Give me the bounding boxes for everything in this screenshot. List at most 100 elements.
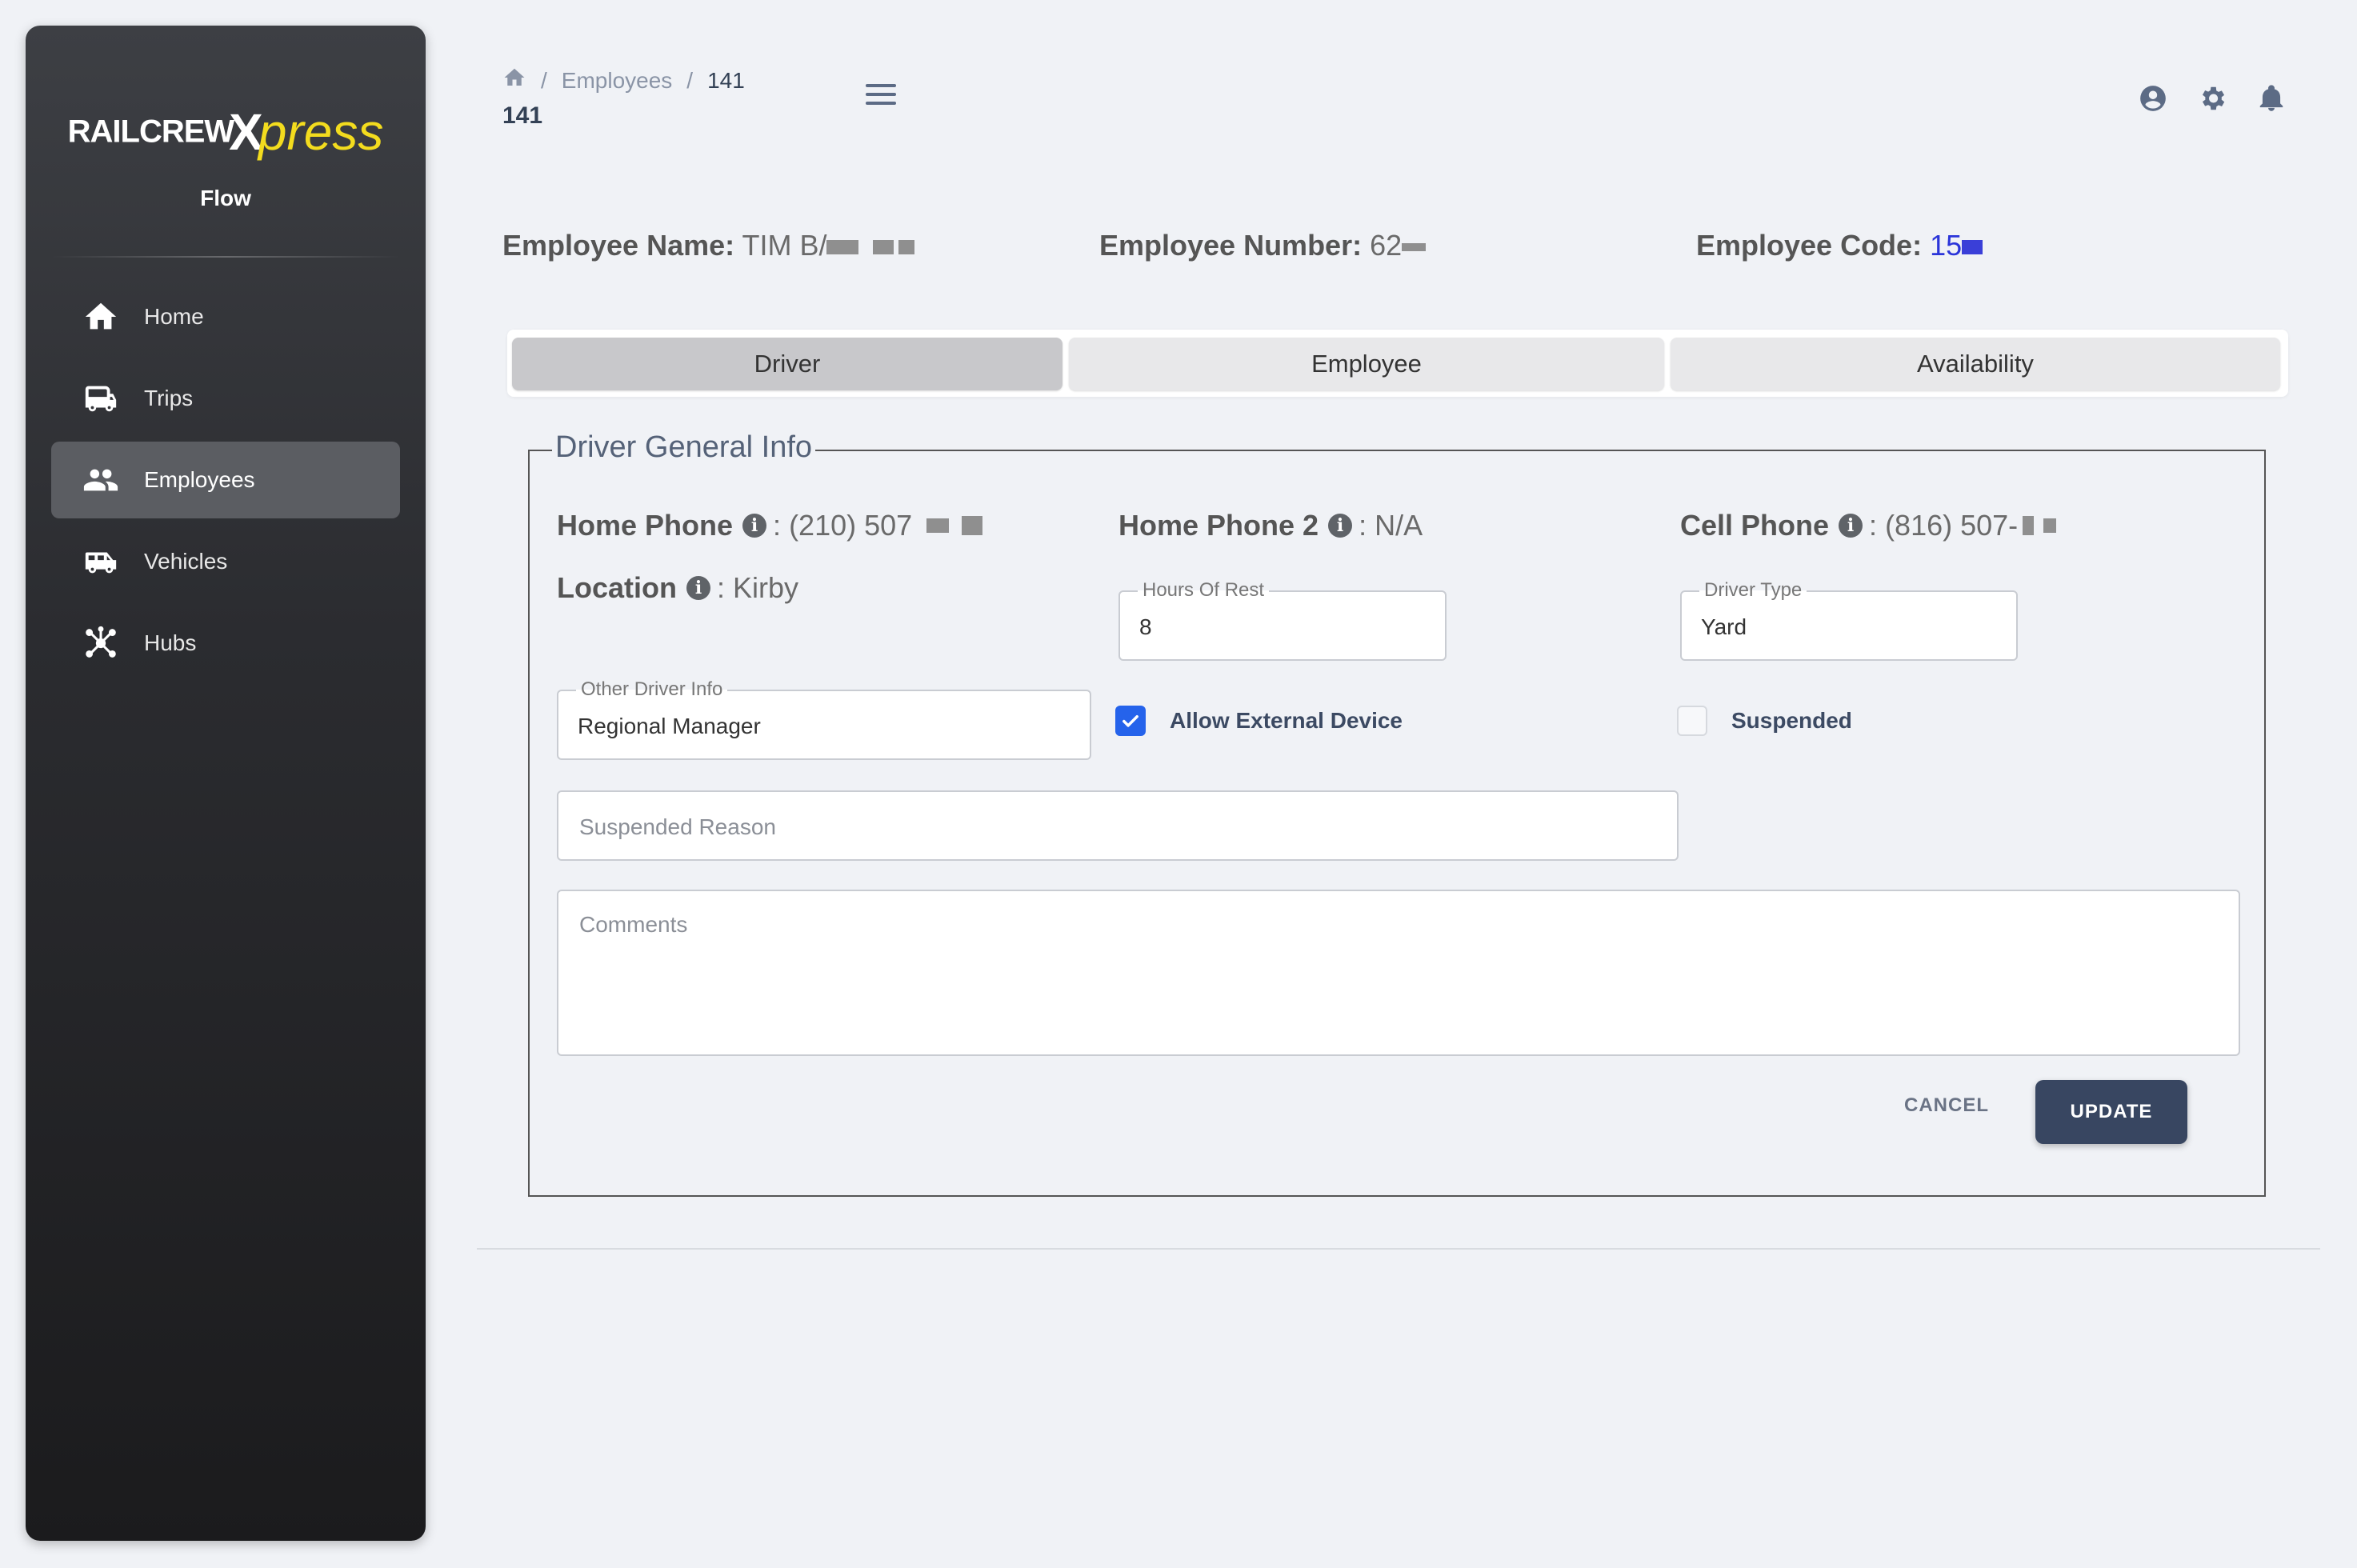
header-actions [2138, 83, 2287, 118]
cell-phone-value: (816) 507- [1885, 509, 2019, 542]
employee-name-label: Employee Name: [502, 229, 735, 262]
driver-type-field[interactable]: Driver Type Yard [1680, 579, 2018, 661]
driver-general-info-section: Driver General Info Home Phone i : (210)… [528, 430, 2266, 1197]
separator: : [1359, 509, 1367, 542]
notifications-icon[interactable] [2256, 83, 2287, 118]
home-phone-value: (210) 507 [789, 509, 913, 542]
info-icon[interactable]: i [1328, 514, 1353, 538]
update-button[interactable]: UPDATE [2035, 1080, 2187, 1144]
sidebar-item-hubs[interactable]: Hubs [51, 605, 400, 682]
sidebar-item-home[interactable]: Home [51, 278, 400, 355]
sidebar-item-label: Hubs [144, 630, 197, 655]
breadcrumb-home-icon[interactable] [502, 66, 526, 95]
hours-of-rest-field[interactable]: Hours Of Rest 8 [1118, 579, 1447, 661]
home-icon [82, 298, 120, 336]
cancel-button[interactable]: CANCEL [1904, 1094, 1989, 1117]
cell-phone-row: Cell Phone i : (816) 507- [1680, 509, 2057, 542]
employee-number-label: Employee Number: [1099, 229, 1363, 262]
suspended-checkbox[interactable]: Suspended [1677, 706, 1852, 736]
allow-external-device-checkbox[interactable]: Allow External Device [1115, 706, 1403, 736]
checkbox-checked-icon[interactable] [1115, 706, 1146, 736]
employee-code-label: Employee Code: [1696, 229, 1923, 262]
suspended-label: Suspended [1731, 708, 1852, 733]
hours-of-rest-value: 8 [1139, 614, 1152, 639]
separator: : [773, 509, 782, 542]
location-value: Kirby [733, 571, 799, 604]
sidebar-item-label: Home [144, 304, 204, 329]
suspended-reason-placeholder: Suspended Reason [579, 814, 776, 839]
van-icon [82, 542, 120, 581]
sidebar-item-label: Employees [144, 467, 255, 492]
driver-type-value: Yard [1701, 614, 1747, 639]
info-icon[interactable]: i [686, 576, 710, 600]
hours-of-rest-label: Hours Of Rest [1138, 579, 1270, 602]
settings-icon[interactable] [2197, 83, 2227, 118]
content-divider [477, 1248, 2320, 1250]
breadcrumb-separator: / [686, 67, 694, 93]
account-icon[interactable] [2138, 83, 2168, 118]
employee-number: Employee Number: 62 [1099, 229, 1427, 262]
home-phone-2-value: N/A [1375, 509, 1423, 542]
employee-number-value: 62 [1370, 229, 1403, 262]
redaction [926, 518, 950, 533]
hub-icon [82, 624, 120, 662]
sidebar-nav: Home Trips Employees Vehicles Hubs [51, 278, 400, 686]
breadcrumb: / Employees / 141 [502, 66, 745, 95]
redaction [1402, 243, 1427, 252]
separator: : [717, 571, 726, 604]
tab-availability[interactable]: Availability [1671, 338, 2280, 390]
other-driver-info-value: Regional Manager [578, 714, 761, 738]
sidebar-divider [51, 256, 400, 258]
sidebar-item-employees[interactable]: Employees [51, 442, 400, 518]
info-icon[interactable]: i [742, 514, 767, 538]
employee-code: Employee Code: 15 [1696, 229, 1983, 262]
redaction [898, 240, 915, 255]
separator: : [1869, 509, 1878, 542]
driver-type-label: Driver Type [1699, 579, 1807, 602]
location-label: Location [557, 571, 677, 604]
comments-textarea[interactable]: Comments [557, 890, 2240, 1056]
app-logo[interactable]: RAILCREWXpress [26, 102, 426, 162]
sidebar-item-vehicles[interactable]: Vehicles [51, 523, 400, 600]
bus-icon [82, 379, 120, 418]
sidebar-item-label: Trips [144, 386, 194, 410]
tab-employee[interactable]: Employee [1069, 338, 1664, 390]
home-phone-row: Home Phone i : (210) 507 [557, 509, 983, 542]
sidebar-item-trips[interactable]: Trips [51, 360, 400, 437]
redaction [1962, 240, 1983, 255]
location-row: Location i : Kirby [557, 571, 798, 605]
redaction [2023, 516, 2035, 535]
section-legend: Driver General Info [552, 430, 816, 465]
redaction [2043, 518, 2057, 533]
other-driver-info-field[interactable]: Other Driver Info Regional Manager [557, 678, 1091, 760]
home-phone-2-label: Home Phone 2 [1118, 509, 1319, 542]
menu-toggle-icon[interactable] [866, 82, 896, 107]
employee-code-value[interactable]: 15 [1930, 229, 1962, 262]
employee-name-value: TIM B/ [742, 229, 827, 262]
sidebar-item-label: Vehicles [144, 549, 228, 574]
other-driver-info-label: Other Driver Info [576, 678, 728, 701]
logo-press-text: press [258, 103, 384, 161]
page-title: 141 [502, 102, 543, 129]
home-phone-label: Home Phone [557, 509, 734, 542]
home-phone-2-row: Home Phone 2 i : N/A [1118, 509, 1423, 542]
redaction [962, 516, 983, 535]
tab-bar: Driver Employee Availability [507, 330, 2288, 397]
allow-external-device-label: Allow External Device [1170, 708, 1403, 733]
logo-rail-text: RAILCREW [67, 114, 235, 150]
info-icon[interactable]: i [1839, 514, 1863, 538]
tab-driver[interactable]: Driver [512, 338, 1062, 390]
breadcrumb-link-employees[interactable]: Employees [562, 68, 673, 94]
checkbox-unchecked-icon[interactable] [1677, 706, 1707, 736]
comments-placeholder: Comments [579, 912, 688, 937]
redaction [826, 240, 859, 255]
product-name: Flow [200, 186, 251, 210]
breadcrumb-current: 141 [707, 67, 745, 93]
redaction [873, 240, 894, 255]
suspended-reason-input[interactable]: Suspended Reason [557, 790, 1679, 861]
employee-name: Employee Name: TIM B/ [502, 229, 915, 262]
sidebar: RAILCREWXpress Flow Home Trips Employees [26, 26, 426, 1541]
cell-phone-label: Cell Phone [1680, 509, 1830, 542]
breadcrumb-separator: / [541, 67, 547, 93]
people-icon [82, 461, 120, 499]
